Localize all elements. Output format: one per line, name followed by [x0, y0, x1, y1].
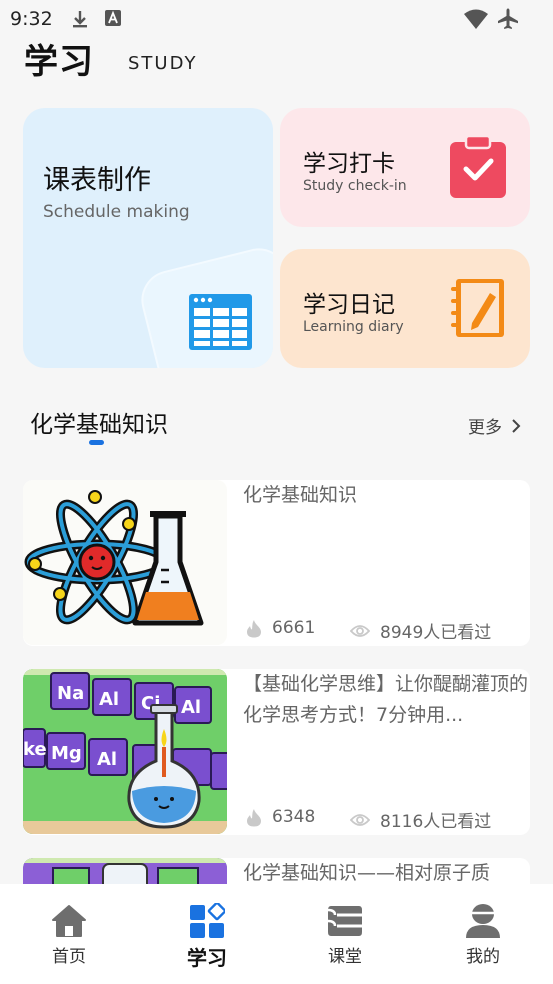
likes-stat: 6348: [246, 807, 315, 827]
download-icon: [73, 11, 87, 28]
study-checkin-card[interactable]: 学习打卡 Study check-in: [280, 108, 530, 227]
section-title: 化学基础知识: [30, 412, 168, 438]
nav-label-profile: 我的: [466, 947, 500, 967]
nav-item-home[interactable]: 首页: [0, 884, 138, 984]
more-label: 更多: [468, 418, 502, 438]
home-icon: [50, 902, 88, 940]
chevron-right-icon: [512, 418, 521, 433]
flame-icon: [247, 808, 261, 826]
nav-item-classroom[interactable]: 课堂: [276, 884, 414, 984]
font-icon: [105, 10, 121, 26]
nav-label-classroom: 课堂: [328, 947, 362, 967]
views-count: 8949人已看过: [380, 623, 492, 643]
views-count: 8116人已看过: [380, 812, 492, 832]
views-stat: 8116人已看过: [350, 807, 491, 832]
article-thumbnail[interactable]: Na Al Ci Al ke Mg Al: [23, 669, 227, 834]
bottom-navigation: 首页 学习 课堂 我的: [0, 884, 553, 984]
schedule-card-subtitle: Schedule making: [43, 202, 190, 222]
svg-text:Al: Al: [181, 697, 201, 718]
schedule-making-card[interactable]: 课表制作 Schedule making: [23, 108, 273, 368]
nav-label-study: 学习: [187, 946, 227, 970]
svg-text:Al: Al: [99, 689, 119, 710]
profile-icon: [464, 902, 502, 940]
nav-item-study[interactable]: 学习: [138, 884, 276, 984]
schedule-card-title: 课表制作: [43, 165, 151, 196]
eye-icon: [350, 813, 370, 826]
likes-count: 6661: [272, 618, 316, 638]
nav-label-home: 首页: [52, 947, 86, 967]
eye-icon: [350, 624, 370, 637]
article-title: 化学基础知识: [243, 484, 358, 506]
atom-flask-illustration: [24, 490, 204, 626]
study-screen: 9:32 学习 STUDY 课表制作 Schedule making 学习打卡 …: [0, 0, 553, 984]
article-stats: 6661 8949人已看过: [243, 618, 528, 644]
notebook-pen-icon: [451, 279, 504, 337]
article-title: 【基础化学思维】让你醍醐灌顶的化学思考方式！7分钟用...: [243, 673, 529, 726]
status-time: 9:32: [10, 8, 53, 30]
views-stat: 8949人已看过: [350, 618, 491, 643]
learning-diary-card[interactable]: 学习日记 Learning diary: [280, 249, 530, 368]
status-bar: 9:32: [0, 0, 553, 38]
more-link[interactable]: 更多: [468, 413, 522, 438]
wifi-icon: [464, 9, 488, 29]
section-indicator: [89, 440, 104, 445]
table-icon: [189, 294, 252, 350]
checkin-card-title: 学习打卡: [303, 151, 395, 177]
flame-icon: [247, 619, 261, 637]
svg-text:Mg: Mg: [51, 743, 82, 764]
periodic-table-flask-illustration: Na Al Ci Al ke Mg Al: [23, 669, 227, 834]
diary-card-title: 学习日记: [303, 292, 395, 318]
likes-count: 6348: [272, 807, 316, 827]
airplane-mode-icon: [498, 8, 518, 29]
page-subtitle: STUDY: [128, 53, 198, 74]
article-item[interactable]: 化学基础知识 6661 8949人已看过: [23, 480, 530, 646]
clipboard-check-icon: [450, 136, 506, 198]
classroom-icon: [326, 902, 364, 940]
svg-text:Al: Al: [97, 749, 117, 770]
svg-text:ke: ke: [23, 739, 47, 760]
likes-stat: 6661: [246, 618, 315, 638]
study-grid-icon: [188, 902, 226, 940]
article-item[interactable]: Na Al Ci Al ke Mg Al 【基础化学思维】让你醍醐灌顶的化学思考方式！7分…: [23, 669, 530, 835]
nav-item-profile[interactable]: 我的: [414, 884, 552, 984]
checkin-card-subtitle: Study check-in: [303, 178, 407, 194]
diary-card-subtitle: Learning diary: [303, 319, 404, 335]
article-stats: 6348 8116人已看过: [243, 807, 528, 833]
article-thumbnail[interactable]: [23, 480, 227, 645]
page-title: 学习: [24, 42, 94, 82]
svg-text:Na: Na: [57, 683, 84, 704]
